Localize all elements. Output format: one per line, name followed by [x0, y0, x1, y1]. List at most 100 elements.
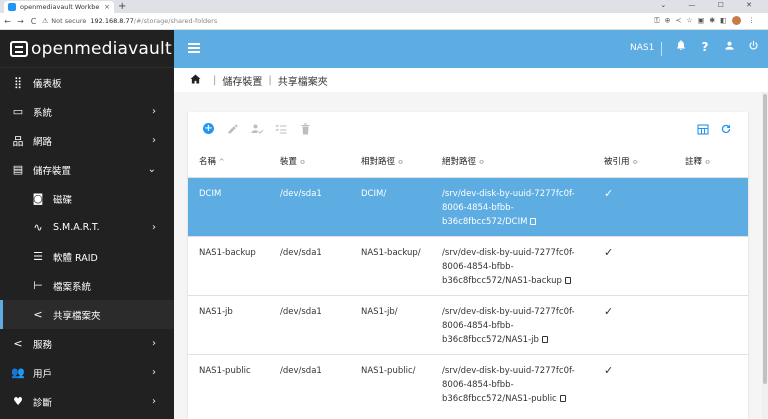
cell-device: /dev/sda1	[269, 353, 350, 413]
cell-comment	[674, 294, 748, 354]
warning-icon: ⚠	[42, 17, 49, 25]
cell-absolute-path-text: /srv/dev-disk-by-uuid-7277fc0f-8006-4854…	[442, 247, 575, 286]
column-header-relative-path[interactable]: 相對路徑 ≎	[350, 146, 431, 177]
table-row[interactable]: NAS1-backup/dev/sda1 NAS1-backup/ /srv/dev…	[188, 235, 748, 295]
star-icon[interactable]: ☆	[686, 17, 697, 25]
sidebar-item-label: 儲存裝置	[33, 165, 72, 177]
table-row[interactable]: DCIM/dev/sda1 DCIM/ /srv/dev-disk-by-uuid-…	[188, 176, 748, 236]
sidebar-item-smart[interactable]: ∿ S.M.A.R.T. ›	[0, 213, 174, 242]
translate-icon[interactable]: ▣	[698, 17, 710, 25]
breadcrumb-storage[interactable]: 儲存裝置	[222, 73, 262, 88]
puzzle-icon[interactable]: ✱	[709, 17, 720, 25]
favicon-icon	[8, 3, 16, 11]
sidebar-item-dashboard[interactable]: ⣿ 儀表板	[0, 68, 174, 97]
cell-device-text: /dev/sda1	[280, 306, 322, 317]
cell-name: NAS1-public	[188, 353, 269, 413]
delete-icon[interactable]	[298, 122, 312, 136]
reload-icon[interactable]: C	[28, 17, 39, 26]
edit-icon[interactable]	[226, 122, 240, 136]
sidebar-item-system[interactable]: ▭ 系統 ›	[0, 97, 174, 126]
network-icon: 品	[12, 134, 24, 148]
sidebar-item-disks[interactable]: ◙ 磁碟	[0, 184, 174, 213]
column-header-name[interactable]: 名稱 ^	[188, 146, 269, 177]
dashboard-icon: ⣿	[13, 76, 23, 89]
browser-tab[interactable]: openmediavault Workbe ×	[4, 1, 114, 13]
sidebar-item-label: 共享檔案夾	[53, 310, 101, 322]
chevron-right-icon: ›	[152, 367, 156, 378]
bell-icon[interactable]	[669, 39, 693, 54]
cell-absolute-path-text: /srv/dev-disk-by-uuid-7277fc0f-8006-4854…	[442, 365, 575, 404]
cell-absolute-path: /srv/dev-disk-by-uuid-7277fc0f-8006-4854…	[431, 176, 593, 236]
url-field[interactable]: ⚠ Not secure 192.168.8.77/#/storage/shar…	[42, 15, 642, 27]
zoom-icon[interactable]: ⊕	[665, 17, 676, 25]
sidebar-item-users[interactable]: 👥 用戶 ›	[0, 358, 174, 387]
table-row[interactable]: NAS1-public/dev/sda1 NAS1-public/ /srv/dev…	[188, 353, 748, 413]
sidebar-nav: ⣿ 儀表板 ▭ 系統 › 品網路 › ▤ 儲存裝置 ⌄ ◙ 磁碟 ∿ S.M.A.R.T. › ☰ 軟體 RAI…	[0, 68, 174, 416]
cell-referenced-text: ✓	[604, 304, 614, 318]
sidebar-item-label: 網路	[33, 136, 53, 148]
logo[interactable]: openmediavault	[0, 30, 174, 68]
power-icon[interactable]	[741, 40, 765, 54]
copy-icon[interactable]	[530, 217, 537, 225]
add-button[interactable]: +	[203, 123, 214, 134]
raid-icon: ☰	[33, 250, 43, 263]
share-icon[interactable]: ≺	[675, 17, 686, 25]
sidebar-item-diagnostics[interactable]: ♥ 診斷 ›	[0, 387, 174, 416]
home-icon[interactable]	[190, 73, 201, 87]
menu-icon[interactable]: ⋮	[741, 17, 760, 25]
copy-icon[interactable]	[541, 335, 548, 343]
sidebar-item-label: 診斷	[33, 397, 53, 409]
divider	[661, 42, 662, 56]
logo-text: openmediavault	[31, 38, 172, 59]
scrollbar-thumb[interactable]	[763, 94, 767, 384]
sidebar-item-software-raid[interactable]: ☰ 軟體 RAID	[0, 242, 174, 271]
cell-absolute-path-text: /srv/dev-disk-by-uuid-7277fc0f-8006-4854…	[442, 188, 575, 227]
column-settings-icon[interactable]	[696, 122, 710, 136]
column-header-absolute-path[interactable]: 絕對路徑 ≎	[431, 146, 593, 177]
key-icon[interactable]: ⚿	[654, 17, 664, 25]
sidebar-item-file-systems[interactable]: ⊢ 檔案系統	[0, 271, 174, 300]
acl-icon[interactable]	[274, 122, 288, 136]
back-icon[interactable]: ←	[2, 17, 13, 26]
breadcrumb: | 儲存裝置 | 共享檔案夾	[174, 68, 768, 92]
privileges-icon[interactable]	[250, 122, 264, 136]
help-icon[interactable]: ?	[693, 40, 717, 54]
sidebar-item-network[interactable]: 品網路 ›	[0, 126, 174, 155]
hamburger-menu-icon[interactable]	[188, 43, 200, 53]
sidebar-item-storage[interactable]: ▤ 儲存裝置 ⌄	[0, 155, 174, 184]
scrollbar[interactable]	[762, 92, 768, 419]
copy-icon[interactable]	[559, 394, 566, 402]
tab-close-icon[interactable]: ×	[104, 3, 110, 11]
sidebar-item-label: 儀表板	[33, 78, 62, 90]
window-controls[interactable]: ⌄ — ☐ ✕	[660, 1, 762, 9]
sidebar-item-services[interactable]: < 服務 ›	[0, 329, 174, 358]
column-header-comment[interactable]: 註釋 ≎	[674, 146, 748, 177]
cell-device-text: /dev/sda1	[280, 188, 322, 199]
refresh-icon[interactable]	[719, 122, 733, 136]
copy-icon[interactable]	[564, 276, 571, 284]
sidebar-item-label: 服務	[33, 339, 53, 351]
cell-comment	[674, 235, 748, 295]
column-header-referenced[interactable]: 被引用 ≎	[593, 146, 674, 177]
cell-name: DCIM	[188, 176, 269, 236]
cell-referenced: ✓	[593, 294, 674, 354]
forward-icon[interactable]: →	[15, 17, 26, 26]
table-row[interactable]: NAS1-jb/dev/sda1 NAS1-jb/ /srv/dev-disk-by…	[188, 294, 748, 354]
sidepanel-icon[interactable]: ◧	[720, 17, 732, 25]
table-header-row: 名稱 ^ 裝置 ≎ 相對路徑 ≎ 絕對路徑 ≎ 被引用 ≎ 註釋 ≎	[188, 146, 748, 177]
browser-tab-bar: openmediavault Workbe × + ⌄ — ☐ ✕	[0, 0, 768, 13]
chevron-right-icon: ›	[152, 222, 156, 233]
table-toolbar: +	[188, 112, 748, 146]
user-icon[interactable]	[717, 40, 741, 54]
breadcrumb-shared-folders: 共享檔案夾	[277, 76, 328, 88]
cell-name-text: NAS1-backup	[199, 247, 256, 258]
cell-relative-path-text: NAS1-jb/	[361, 306, 398, 317]
new-tab-button[interactable]: +	[118, 1, 126, 12]
chevron-down-icon: ⌄	[147, 164, 156, 175]
cell-name-text: NAS1-jb	[199, 306, 233, 317]
profile-avatar[interactable]	[731, 16, 741, 25]
cell-name: NAS1-backup	[188, 235, 269, 295]
pulse-icon: ∿	[33, 221, 43, 234]
sidebar-item-shared-folders[interactable]: < 共享檔案夾	[0, 300, 174, 329]
column-header-device[interactable]: 裝置 ≎	[269, 146, 350, 177]
